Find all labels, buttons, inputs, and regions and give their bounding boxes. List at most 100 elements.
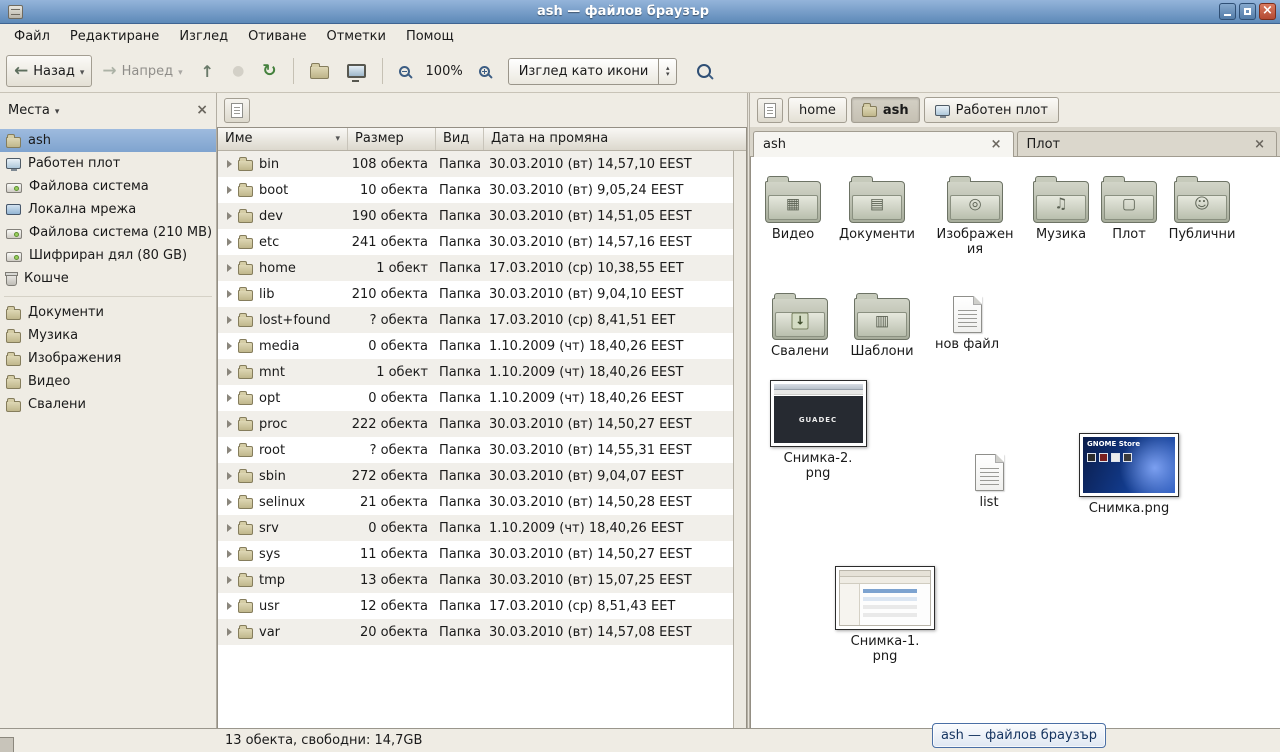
expander-icon[interactable]: [227, 602, 232, 610]
expander-icon[interactable]: [227, 576, 232, 584]
expander-icon[interactable]: [227, 160, 232, 168]
tree-row-proc[interactable]: proc222 обектаПапка30.03.2010 (вт) 14,50…: [218, 411, 733, 437]
tree-row-bin[interactable]: bin108 обектаПапка30.03.2010 (вт) 14,57,…: [218, 151, 733, 177]
sidebar-item-ash[interactable]: ash: [0, 129, 216, 152]
column-header-1[interactable]: Размер: [348, 128, 436, 150]
vertical-scrollbar[interactable]: [733, 151, 746, 728]
computer-button[interactable]: [339, 55, 374, 87]
sidebar-item-desktop[interactable]: Работен плот: [0, 152, 216, 175]
location-toggle-button[interactable]: [224, 98, 250, 123]
icon-item-Изображен-ия[interactable]: ◎Изображен ия: [933, 175, 1017, 257]
tree-row-opt[interactable]: opt0 обектаПапка1.10.2009 (чт) 18,40,26 …: [218, 385, 733, 411]
zoom-out-button[interactable]: [391, 55, 418, 87]
tree-row-lib[interactable]: lib210 обектаПапка30.03.2010 (вт) 9,04,1…: [218, 281, 733, 307]
back-dropdown-icon[interactable]: [80, 64, 85, 79]
icon-item-Документи[interactable]: ▤Документи: [835, 175, 919, 242]
sidebar-item-documents[interactable]: Документи: [0, 301, 216, 324]
reload-button[interactable]: [254, 55, 284, 87]
icon-item-Публични[interactable]: ☺Публични: [1160, 175, 1244, 242]
menu-item-Отиване[interactable]: Отиване: [238, 24, 316, 50]
tab-Плот[interactable]: Плот: [1017, 131, 1278, 156]
close-button[interactable]: [1259, 3, 1276, 20]
icon-item-Видео[interactable]: ▦Видео: [751, 175, 835, 242]
forward-button[interactable]: Напред: [94, 55, 190, 87]
expander-icon[interactable]: [227, 628, 232, 636]
icon-item-нов-файл[interactable]: нов файл: [925, 290, 1009, 352]
expander-icon[interactable]: [227, 524, 232, 532]
home-button[interactable]: [302, 55, 337, 87]
expander-icon[interactable]: [227, 316, 232, 324]
icon-item-Шаблони[interactable]: ▥Шаблони: [840, 292, 924, 359]
location-edit-button[interactable]: [757, 98, 783, 123]
expander-icon[interactable]: [227, 368, 232, 376]
back-button[interactable]: Назад: [6, 55, 92, 87]
panel-corner[interactable]: [0, 737, 14, 752]
expander-icon[interactable]: [227, 394, 232, 402]
expander-icon[interactable]: [227, 498, 232, 506]
sidebar-item-encrypted-80gb[interactable]: Шифриран дял (80 GB): [0, 244, 216, 267]
tree-row-var[interactable]: var20 обектаПапка30.03.2010 (вт) 14,57,0…: [218, 619, 733, 645]
zoom-in-button[interactable]: [471, 55, 498, 87]
view-mode-select[interactable]: Изглед като икони: [508, 58, 678, 85]
expander-icon[interactable]: [227, 472, 232, 480]
sidebar-item-trash[interactable]: Кошче: [0, 267, 216, 290]
tree-row-lost+found[interactable]: lost+found? обектаПапка17.03.2010 (ср) 8…: [218, 307, 733, 333]
path-button-home[interactable]: home: [788, 97, 847, 123]
path-button-ash[interactable]: ash: [851, 97, 920, 123]
expander-icon[interactable]: [227, 420, 232, 428]
tree-row-sbin[interactable]: sbin272 обектаПапка30.03.2010 (вт) 9,04,…: [218, 463, 733, 489]
tree-row-srv[interactable]: srv0 обектаПапка1.10.2009 (чт) 18,40,26 …: [218, 515, 733, 541]
tab-close-icon[interactable]: [989, 137, 1004, 152]
sidebar-item-local-network[interactable]: Локална мрежа: [0, 198, 216, 221]
tree-row-home[interactable]: home1 обектПапка17.03.2010 (ср) 10,38,55…: [218, 255, 733, 281]
tree-row-media[interactable]: media0 обектаПапка1.10.2009 (чт) 18,40,2…: [218, 333, 733, 359]
sidebar-item-pictures[interactable]: Изображения: [0, 347, 216, 370]
menu-item-Файл[interactable]: Файл: [4, 24, 60, 50]
menu-item-Помощ[interactable]: Помощ: [396, 24, 464, 50]
sidebar-item-video[interactable]: Видео: [0, 370, 216, 393]
expander-icon[interactable]: [227, 264, 232, 272]
tree-row-selinux[interactable]: selinux21 обектаПапка30.03.2010 (вт) 14,…: [218, 489, 733, 515]
sidebar-item-filesystem[interactable]: Файлова система: [0, 175, 216, 198]
up-button[interactable]: [193, 55, 222, 87]
expander-icon[interactable]: [227, 290, 232, 298]
expander-icon[interactable]: [227, 550, 232, 558]
tree-row-tmp[interactable]: tmp13 обектаПапка30.03.2010 (вт) 15,07,2…: [218, 567, 733, 593]
icon-item-Снимка-2.-png[interactable]: GUADECСнимка-2. png: [763, 380, 873, 481]
icon-item-list[interactable]: list: [947, 448, 1031, 510]
tree-row-usr[interactable]: usr12 обектаПапка17.03.2010 (ср) 8,51,43…: [218, 593, 733, 619]
tree-row-root[interactable]: root? обектаПапка30.03.2010 (вт) 14,55,3…: [218, 437, 733, 463]
menu-item-Изглед[interactable]: Изглед: [169, 24, 238, 50]
tree-row-etc[interactable]: etc241 обектаПапка30.03.2010 (вт) 14,57,…: [218, 229, 733, 255]
stop-button[interactable]: [224, 55, 252, 87]
path-button-Работен плот[interactable]: Работен плот: [924, 97, 1059, 123]
expander-icon[interactable]: [227, 238, 232, 246]
menu-item-Отметки[interactable]: Отметки: [316, 24, 395, 50]
minimize-button[interactable]: [1219, 3, 1236, 20]
sidebar-close-icon[interactable]: [196, 102, 208, 118]
expander-icon[interactable]: [227, 342, 232, 350]
sidebar-item-downloads[interactable]: Свалени: [0, 393, 216, 416]
expander-icon[interactable]: [227, 212, 232, 220]
titlebar[interactable]: ash — файлов браузър: [0, 0, 1280, 24]
search-button[interactable]: [689, 55, 719, 87]
icon-item-Снимка-1.-png[interactable]: Снимка-1. png: [830, 566, 940, 664]
icon-item-Плот[interactable]: ▢Плот: [1087, 175, 1171, 242]
menu-item-Редактиране[interactable]: Редактиране: [60, 24, 169, 50]
icon-item-Свалени[interactable]: ↓Свалени: [758, 292, 842, 359]
tree-row-mnt[interactable]: mnt1 обектПапка1.10.2009 (чт) 18,40,26 E…: [218, 359, 733, 385]
view-mode-spinner[interactable]: [658, 59, 676, 84]
tree-row-dev[interactable]: dev190 обектаПапка30.03.2010 (вт) 14,51,…: [218, 203, 733, 229]
column-header-0[interactable]: Име▾: [218, 128, 348, 150]
tab-close-icon[interactable]: [1252, 137, 1267, 152]
expander-icon[interactable]: [227, 186, 232, 194]
tree-row-boot[interactable]: boot10 обектаПапка30.03.2010 (вт) 9,05,2…: [218, 177, 733, 203]
sidebar-item-filesystem-210mb[interactable]: Файлова система (210 MB): [0, 221, 216, 244]
expander-icon[interactable]: [227, 446, 232, 454]
sidebar-item-music[interactable]: Музика: [0, 324, 216, 347]
tab-ash[interactable]: ash: [753, 131, 1014, 156]
column-header-3[interactable]: Дата на промяна: [484, 128, 746, 150]
icon-view[interactable]: ▦Видео▤Документи◎Изображен ия♫Музика▢Пло…: [750, 157, 1280, 728]
column-header-2[interactable]: Вид: [436, 128, 484, 150]
taskbar-window-button[interactable]: ash — файлов браузър: [932, 723, 1106, 748]
